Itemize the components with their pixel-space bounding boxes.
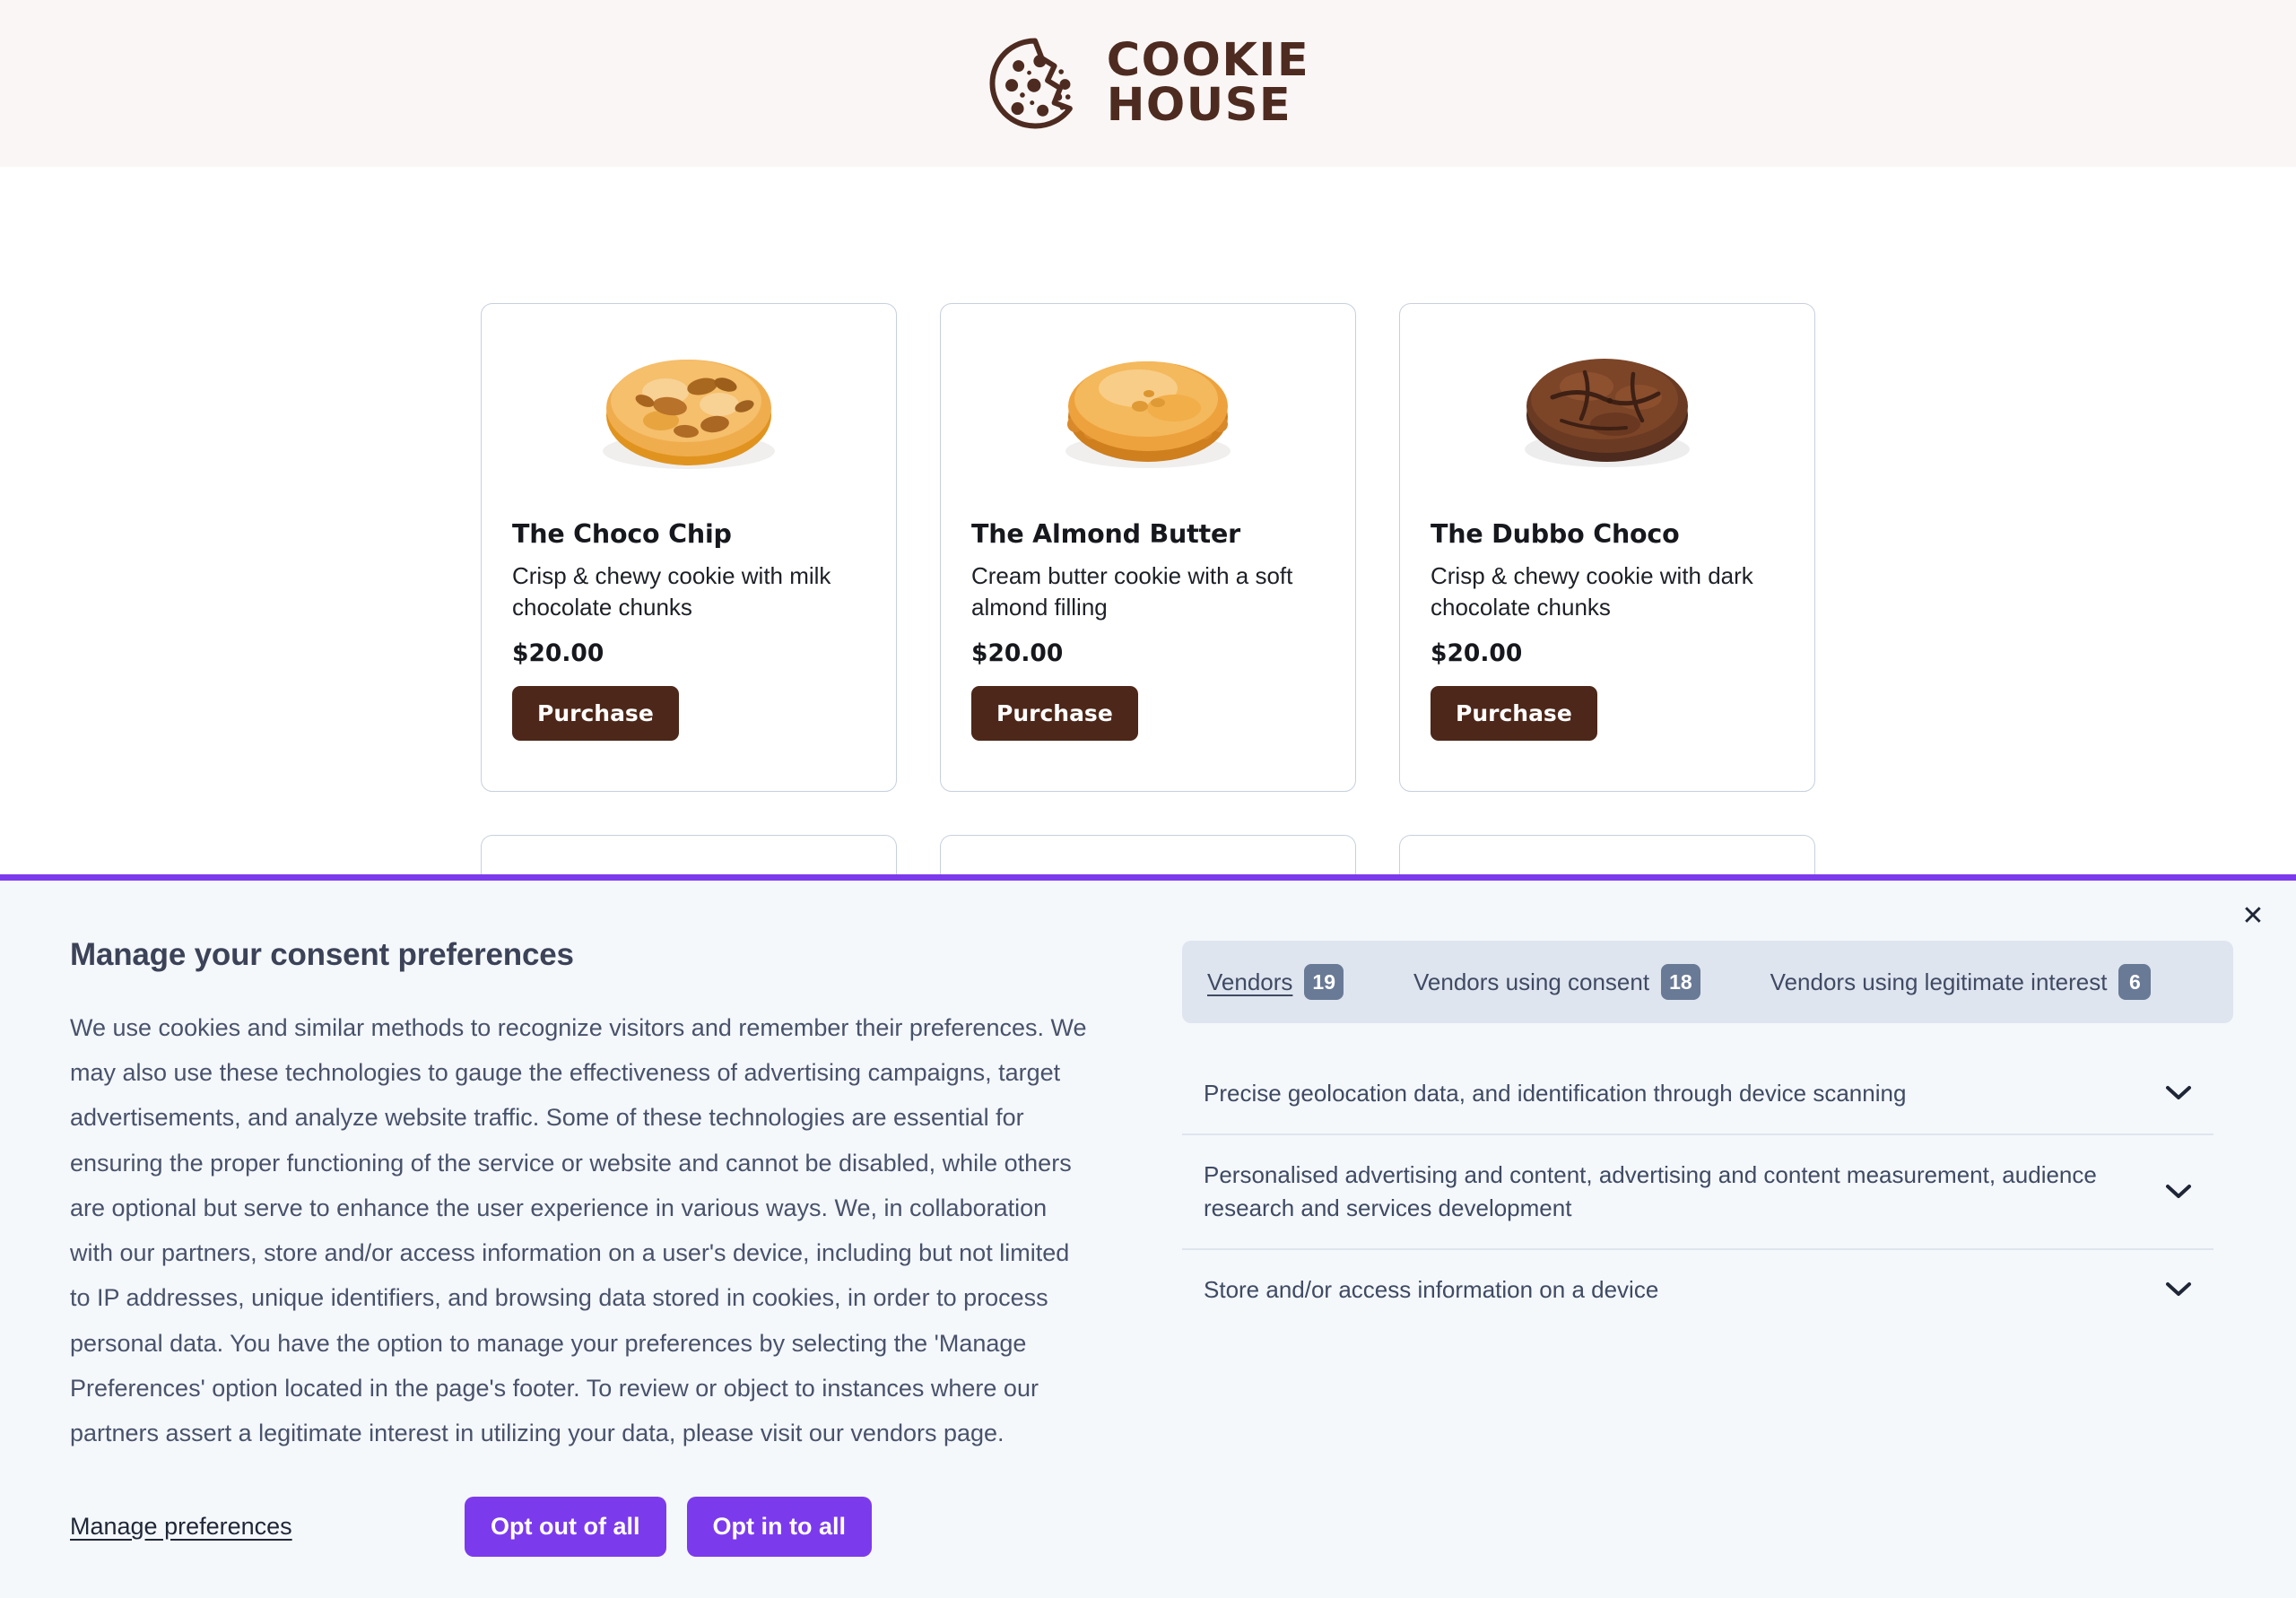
product-details: The Dubbo Choco Crisp & chewy cookie wit…	[1400, 503, 1814, 741]
almond-butter-cookie-icon	[1065, 361, 1231, 468]
purchase-button[interactable]: Purchase	[512, 685, 679, 741]
purpose-label: Store and/or access information on a dev…	[1204, 1275, 1659, 1303]
tab-label: Vendors using consent	[1413, 968, 1650, 995]
chocolate-chip-cookie-icon	[603, 360, 775, 469]
brand-line-2: HOUSE	[1106, 79, 1292, 132]
opt-out-of-all-button[interactable]: Opt out of all	[465, 1496, 666, 1557]
product-image	[482, 304, 896, 503]
chevron-down-icon[interactable]	[2165, 1184, 2192, 1200]
product-card[interactable]: The Choco Chip Crisp & chewy cookie with…	[481, 303, 897, 792]
close-icon[interactable]: ✕	[2230, 893, 2276, 940]
product-details: The Almond Butter Cream butter cookie wi…	[941, 503, 1355, 741]
product-title: The Choco Chip	[512, 519, 732, 549]
purpose-label: Precise geolocation data, and identifica…	[1204, 1080, 1907, 1107]
product-description: Crisp & chewy cookie with dark chocolate…	[1431, 562, 1753, 621]
tab-vendors-using-legitimate-interest[interactable]: Vendors using legitimate interest 6	[1770, 964, 2152, 1000]
tab-vendors-using-consent[interactable]: Vendors using consent 18	[1413, 964, 1700, 1000]
brand-line-1: COOKIE	[1106, 34, 1310, 88]
product-details: The Choco Chip Crisp & chewy cookie with…	[482, 503, 896, 741]
dark-chocolate-cookie-icon	[1525, 359, 1690, 467]
cookie-logo-icon	[989, 38, 1073, 129]
consent-description-column: Manage your consent preferences We use c…	[70, 937, 1101, 1455]
product-image	[1400, 304, 1814, 503]
purpose-accordion-list: Precise geolocation data, and identifica…	[1182, 1054, 2233, 1330]
tab-count-badge: 6	[2118, 964, 2152, 1000]
consent-body-text: We use cookies and similar methods to re…	[70, 1014, 1087, 1446]
product-description: Cream butter cookie with a soft almond f…	[971, 562, 1293, 621]
consent-title: Manage your consent preferences	[70, 937, 574, 972]
tab-label: Vendors using legitimate interest	[1770, 968, 2108, 995]
product-card[interactable]: The Dubbo Choco Crisp & chewy cookie wit…	[1399, 303, 1815, 792]
site-header: COOKIE HOUSE	[0, 0, 2296, 167]
product-catalog: The Choco Chip Crisp & chewy cookie with…	[0, 167, 2296, 942]
site-logo[interactable]: COOKIE HOUSE	[987, 35, 1309, 132]
purpose-accordion-row[interactable]: Personalised advertising and content, ad…	[1182, 1135, 2213, 1250]
purpose-accordion-row[interactable]: Precise geolocation data, and identifica…	[1182, 1054, 2213, 1135]
product-image	[941, 304, 1355, 503]
manage-preferences-link[interactable]: Manage preferences	[70, 1513, 292, 1541]
consent-vendors-column: Vendors 19 Vendors using consent 18 Vend…	[1182, 937, 2233, 1455]
brand-wordmark: COOKIE HOUSE	[1106, 34, 1310, 132]
chevron-down-icon[interactable]	[2165, 1085, 2192, 1101]
purchase-button[interactable]: Purchase	[971, 685, 1138, 741]
tab-count-badge: 19	[1304, 964, 1344, 1000]
purpose-accordion-row[interactable]: Store and/or access information on a dev…	[1182, 1250, 2213, 1330]
consent-banner: ✕ Manage your consent preferences We use…	[0, 874, 2296, 1598]
product-card[interactable]: The Almond Butter Cream butter cookie wi…	[940, 303, 1356, 792]
tab-count-badge: 18	[1661, 964, 1700, 1000]
vendor-tabs: Vendors 19 Vendors using consent 18 Vend…	[1182, 941, 2233, 1023]
product-description: Crisp & chewy cookie with milk chocolate…	[512, 562, 831, 621]
product-price: $20.00	[512, 638, 604, 667]
purpose-label: Personalised advertising and content, ad…	[1204, 1160, 2097, 1221]
product-grid: The Choco Chip Crisp & chewy cookie with…	[481, 303, 1815, 942]
opt-in-to-all-button[interactable]: Opt in to all	[686, 1496, 872, 1557]
product-price: $20.00	[1431, 638, 1523, 667]
consent-action-buttons: Opt out of all Opt in to all	[465, 1496, 872, 1557]
tab-vendors[interactable]: Vendors 19	[1207, 964, 1344, 1000]
chevron-down-icon[interactable]	[2165, 1281, 2192, 1298]
product-title: The Dubbo Choco	[1431, 519, 1680, 549]
consent-banner-content: Manage your consent preferences We use c…	[0, 881, 2296, 1455]
product-price: $20.00	[971, 638, 1064, 667]
tab-label: Vendors	[1207, 968, 1293, 995]
purchase-button[interactable]: Purchase	[1431, 685, 1597, 741]
consent-footer: Manage preferences Opt out of all Opt in…	[0, 1455, 2296, 1598]
product-title: The Almond Butter	[971, 519, 1240, 549]
